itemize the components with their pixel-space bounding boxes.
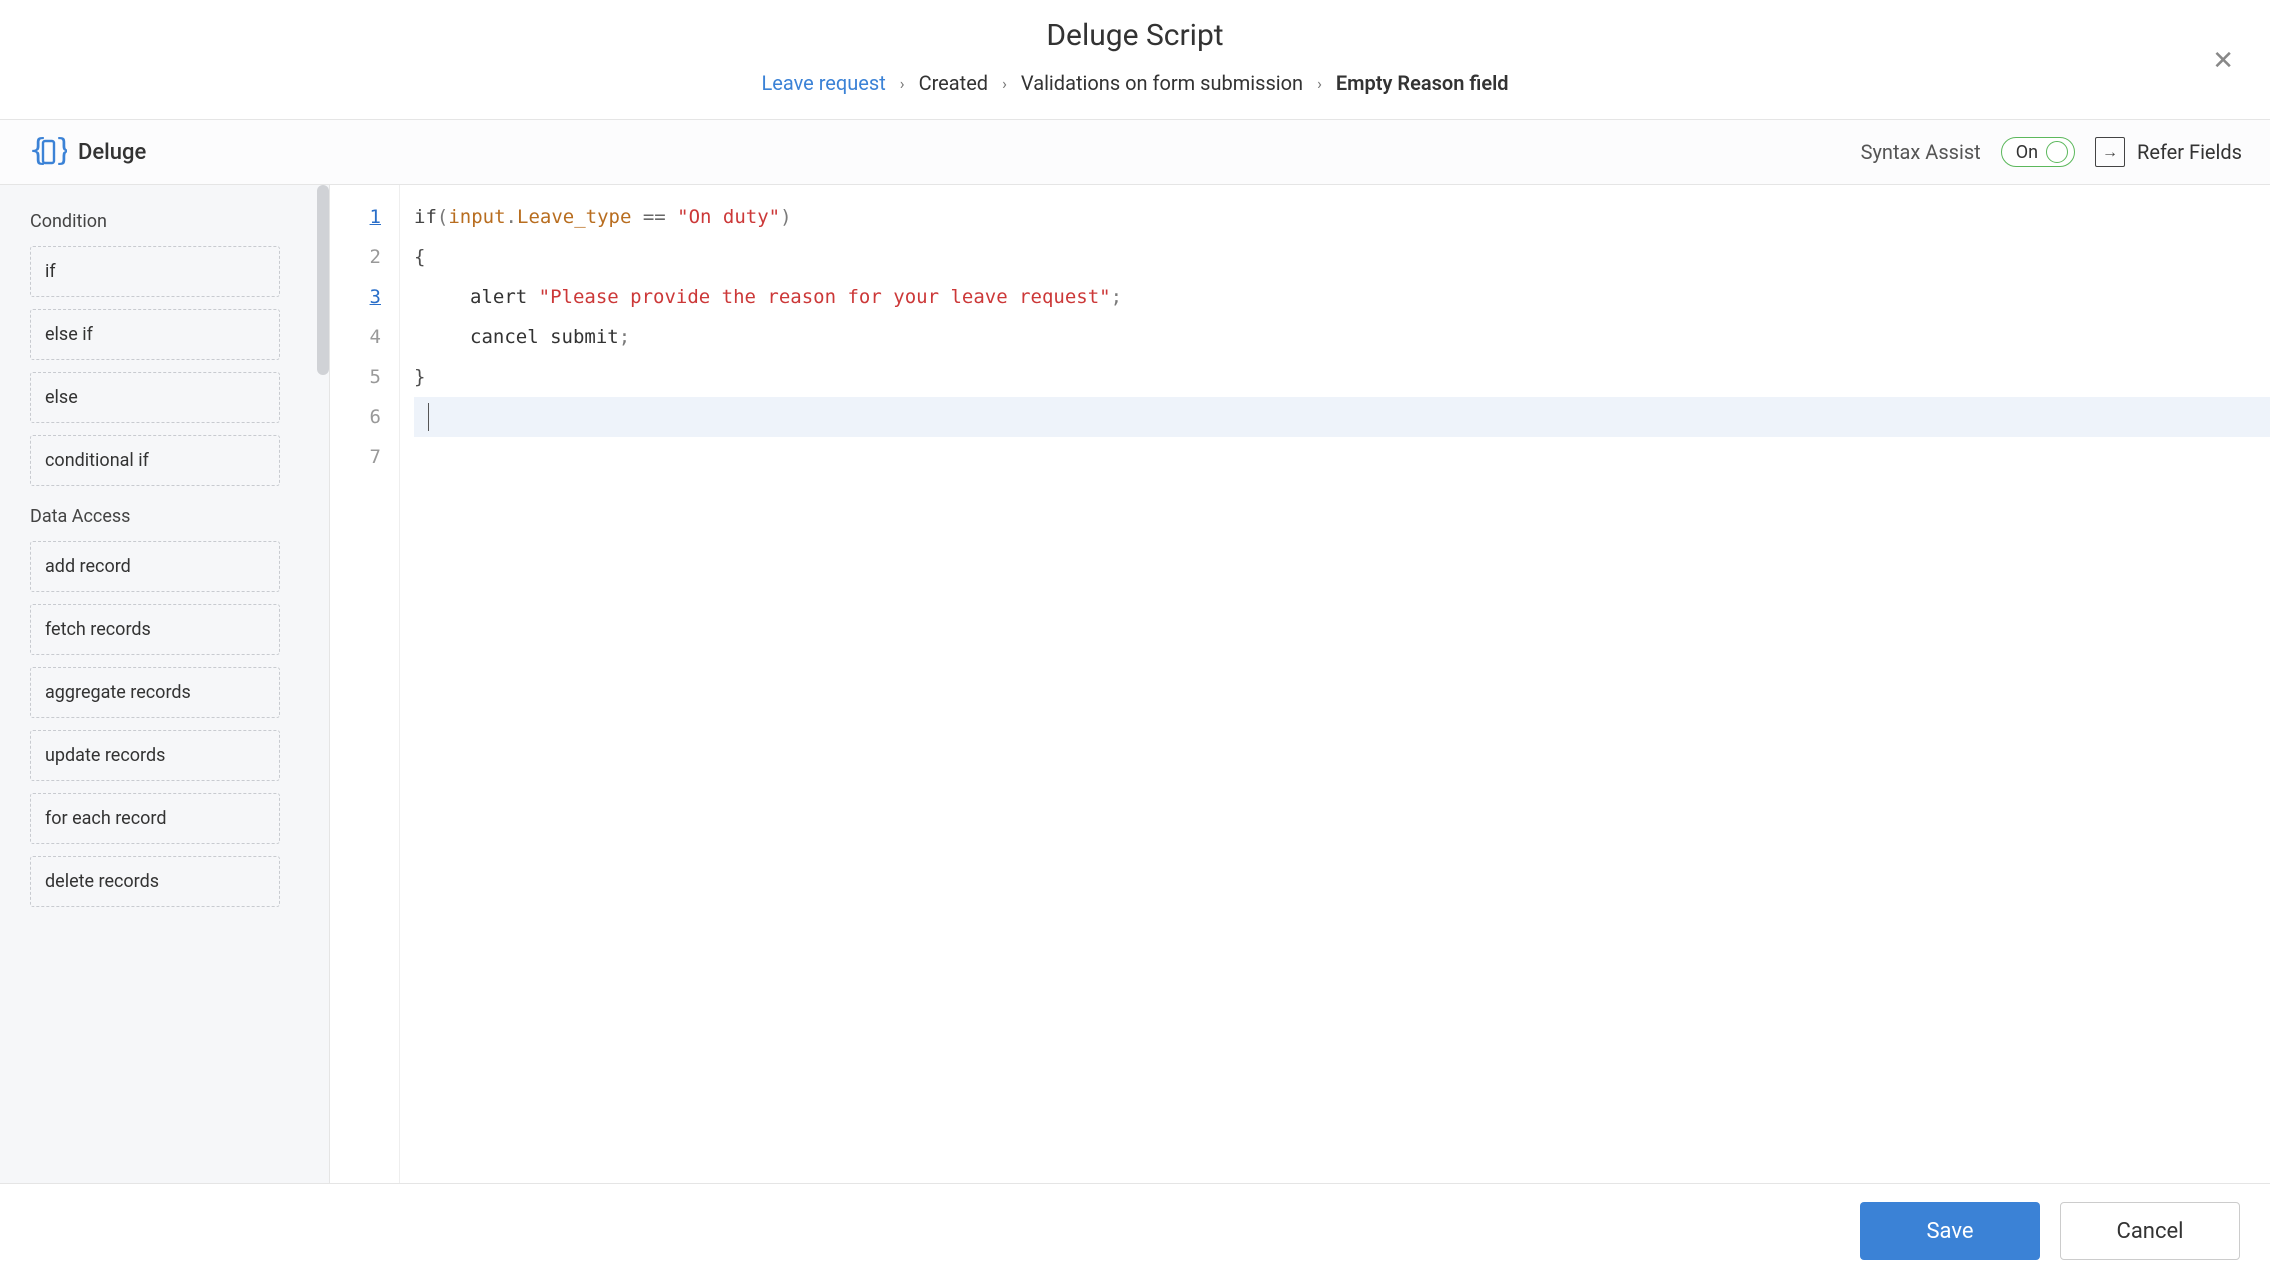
category-title-condition: Condition — [30, 211, 309, 232]
code-editor[interactable]: 1 2 3 4 5 6 7 if(input.Leave_type == "On… — [330, 185, 2270, 1183]
line-number: 2 — [330, 237, 381, 277]
breadcrumb-item-leave-request[interactable]: Leave request — [761, 71, 885, 95]
editor-toolbar: { } Deluge Syntax Assist On → Refer Fiel… — [0, 119, 2270, 185]
syntax-assist-toggle[interactable]: On — [2001, 137, 2075, 167]
snippet-else-if[interactable]: else if — [30, 309, 280, 360]
snippet-fetch-records[interactable]: fetch records — [30, 604, 280, 655]
breadcrumb: Leave request › Created › Validations on… — [0, 61, 2270, 119]
breadcrumb-item-created: Created — [919, 71, 989, 95]
code-token: ; — [619, 326, 630, 348]
snippet-conditional-if[interactable]: conditional if — [30, 435, 280, 486]
close-icon[interactable]: ✕ — [2212, 48, 2234, 74]
breadcrumb-item-empty-reason: Empty Reason field — [1336, 71, 1509, 95]
snippet-aggregate-records[interactable]: aggregate records — [30, 667, 280, 718]
save-button[interactable]: Save — [1860, 1202, 2040, 1260]
chevron-right-icon: › — [1317, 74, 1322, 93]
refer-fields-button[interactable]: → Refer Fields — [2095, 137, 2242, 167]
page-title: Deluge Script — [0, 18, 2270, 53]
code-line[interactable]: } — [414, 357, 2270, 397]
deluge-logo-icon: { } — [28, 132, 68, 172]
code-token: ; — [1111, 286, 1122, 308]
code-token: "Please provide the reason for your leav… — [539, 286, 1111, 308]
code-line[interactable] — [414, 437, 2270, 477]
code-token: . — [506, 206, 517, 228]
line-number: 5 — [330, 357, 381, 397]
code-token: ( — [437, 206, 448, 228]
breadcrumb-item-validations: Validations on form submission — [1021, 71, 1303, 95]
code-line[interactable]: if(input.Leave_type == "On duty") — [414, 197, 2270, 237]
syntax-assist-label: Syntax Assist — [1861, 140, 1981, 164]
main-area: Condition if else if else conditional if… — [0, 185, 2270, 1183]
snippet-if[interactable]: if — [30, 246, 280, 297]
code-line[interactable]: alert "Please provide the reason for you… — [414, 277, 2270, 317]
line-number[interactable]: 1 — [330, 197, 381, 237]
line-number: 6 — [330, 397, 381, 437]
line-number: 7 — [330, 437, 381, 477]
code-line[interactable]: cancel submit; — [414, 317, 2270, 357]
svg-text:}: } — [55, 133, 67, 168]
code-token: alert — [470, 286, 539, 308]
brand: { } Deluge — [28, 132, 146, 172]
snippet-update-records[interactable]: update records — [30, 730, 280, 781]
code-token: Leave_type — [517, 206, 631, 228]
toggle-knob-icon — [2046, 141, 2068, 163]
code-token: } — [414, 366, 425, 388]
line-number: 4 — [330, 317, 381, 357]
modal-header: Deluge Script ✕ — [0, 0, 2270, 61]
snippet-delete-records[interactable]: delete records — [30, 856, 280, 907]
snippet-else[interactable]: else — [30, 372, 280, 423]
code-token: input — [448, 206, 505, 228]
code-token: cancel submit — [470, 326, 619, 348]
line-number[interactable]: 3 — [330, 277, 381, 317]
code-line[interactable]: { — [414, 237, 2270, 277]
footer: Save Cancel — [0, 1183, 2270, 1278]
line-number-gutter: 1 2 3 4 5 6 7 — [330, 185, 400, 1183]
refer-fields-label: Refer Fields — [2137, 140, 2242, 164]
category-title-data-access: Data Access — [30, 506, 309, 527]
code-line-active[interactable] — [414, 397, 2270, 437]
refer-fields-icon: → — [2095, 137, 2125, 167]
text-cursor-icon — [428, 403, 429, 431]
code-token: { — [414, 246, 425, 268]
code-token: == — [631, 206, 677, 228]
code-token: if — [414, 206, 437, 228]
code-token: ) — [780, 206, 791, 228]
brand-name: Deluge — [78, 140, 146, 165]
snippet-for-each-record[interactable]: for each record — [30, 793, 280, 844]
snippet-sidebar[interactable]: Condition if else if else conditional if… — [0, 185, 330, 1183]
code-body[interactable]: if(input.Leave_type == "On duty") { aler… — [400, 185, 2270, 1183]
code-token: "On duty" — [677, 206, 780, 228]
cancel-button[interactable]: Cancel — [2060, 1202, 2240, 1260]
chevron-right-icon: › — [900, 74, 905, 93]
toggle-state-label: On — [2016, 142, 2038, 163]
snippet-add-record[interactable]: add record — [30, 541, 280, 592]
chevron-right-icon: › — [1002, 74, 1007, 93]
